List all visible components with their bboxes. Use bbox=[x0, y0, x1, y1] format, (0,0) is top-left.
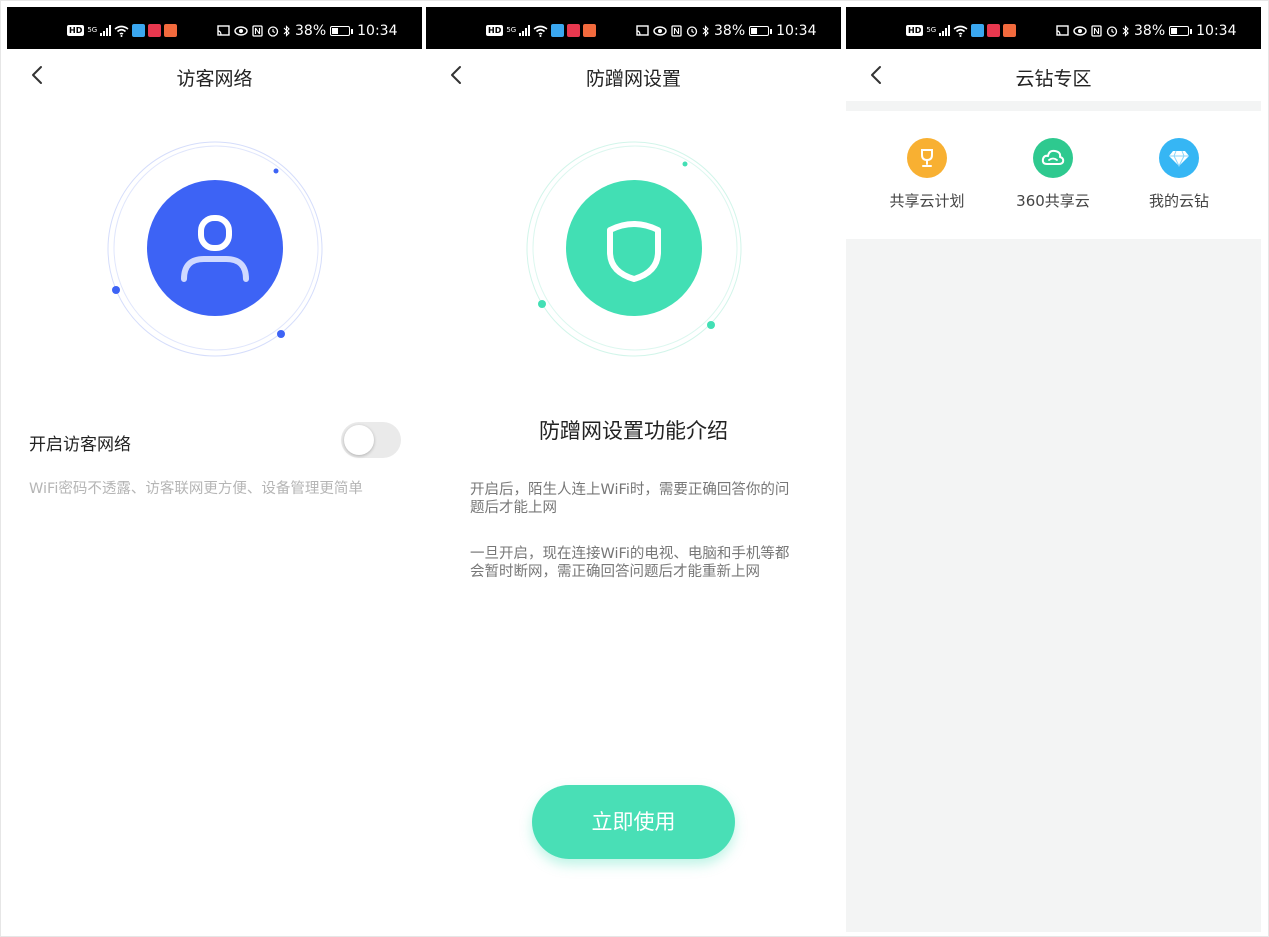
hd-badge: HD bbox=[906, 25, 924, 36]
nfc-icon bbox=[671, 25, 682, 37]
wifi-icon bbox=[533, 25, 548, 37]
cast-icon bbox=[636, 25, 649, 36]
orbit-dot bbox=[682, 161, 688, 167]
status-left: HD 5G bbox=[486, 24, 597, 37]
360-shared-cloud-item[interactable]: 360共享云 bbox=[993, 138, 1113, 211]
clock: 10:34 bbox=[776, 23, 817, 39]
alarm-icon bbox=[267, 26, 279, 37]
status-right: 38% 10:34 bbox=[217, 24, 397, 38]
app-notification-icon bbox=[164, 24, 178, 37]
nav-bar: 访客网络 bbox=[7, 49, 422, 101]
status-bar: HD 5G 38% 10:34 bbox=[426, 7, 841, 49]
app-notification-icon bbox=[567, 24, 581, 37]
orbit-dot bbox=[538, 300, 546, 308]
nav-bar: 云钻专区 bbox=[846, 49, 1261, 101]
app-notification-icon bbox=[987, 24, 1001, 37]
page-title: 云钻专区 bbox=[1015, 68, 1092, 90]
battery-icon bbox=[1169, 26, 1193, 36]
use-now-button[interactable]: 立即使用 bbox=[532, 785, 735, 859]
app-notification-icon bbox=[551, 24, 565, 37]
shared-cloud-plan-item[interactable]: 共享云计划 bbox=[867, 138, 987, 211]
nfc-icon bbox=[1091, 25, 1102, 37]
status-right: 38% 10:34 bbox=[636, 24, 816, 38]
battery-icon bbox=[330, 26, 354, 36]
signal-icon bbox=[100, 25, 112, 36]
nfc-icon bbox=[252, 25, 263, 37]
my-cloud-diamond-item[interactable]: 我的云钻 bbox=[1119, 138, 1239, 211]
wifi-icon bbox=[114, 25, 129, 37]
wifi-icon bbox=[953, 25, 968, 37]
item-label: 360共享云 bbox=[1016, 192, 1090, 210]
network-type: 5G bbox=[87, 26, 98, 34]
orbit-dot bbox=[277, 330, 285, 338]
battery-percent: 38% bbox=[1134, 23, 1166, 39]
guest-hero-graphic bbox=[107, 141, 323, 357]
item-label: 共享云计划 bbox=[889, 192, 965, 210]
cloud-icon bbox=[1033, 138, 1073, 178]
clock: 10:34 bbox=[1196, 23, 1237, 39]
bluetooth-icon bbox=[1122, 25, 1129, 37]
network-type: 5G bbox=[926, 26, 937, 34]
network-type: 5G bbox=[506, 26, 517, 34]
battery-percent: 38% bbox=[295, 23, 327, 39]
orbit-dot bbox=[112, 286, 120, 294]
battery-percent: 38% bbox=[714, 23, 746, 39]
app-notification-icon bbox=[583, 24, 597, 37]
guest-network-toggle[interactable] bbox=[341, 422, 401, 458]
status-right: 38% 10:34 bbox=[1056, 24, 1236, 38]
alarm-icon bbox=[1106, 26, 1118, 37]
toggle-knob bbox=[344, 425, 374, 455]
app-notification-icon bbox=[148, 24, 162, 37]
battery-icon bbox=[749, 26, 773, 36]
status-left: HD 5G bbox=[67, 24, 178, 37]
orbit-dot bbox=[273, 168, 279, 174]
anti-leech-screen: HD 5G 38% 10:34 防蹭网设置 防蹭网设置功能介绍 开启后，陌生人连… bbox=[426, 7, 841, 932]
page-title: 访客网络 bbox=[176, 68, 253, 90]
app-notification-icon bbox=[971, 24, 985, 37]
status-bar: HD 5G 38% 10:34 bbox=[846, 7, 1261, 49]
feature-paragraph-1: 开启后，陌生人连上WiFi时，需要正确回答你的问题后才能上网 bbox=[470, 482, 790, 516]
feature-paragraph-2: 一旦开启，现在连接WiFi的电视、电脑和手机等都会暂时断网，需正确回答问题后才能… bbox=[470, 546, 790, 580]
cloud-diamond-screen: HD 5G 38% 10:34 云钻专区 共享云计划 360共享云 我的云钻 bbox=[846, 7, 1261, 932]
toggle-label: 开启访客网络 bbox=[29, 435, 131, 455]
content-area bbox=[846, 239, 1261, 932]
nav-bar: 防蹭网设置 bbox=[426, 49, 841, 101]
page-title: 防蹭网设置 bbox=[585, 68, 681, 90]
status-bar: HD 5G 38% 10:34 bbox=[7, 7, 422, 49]
guest-network-setting: 开启访客网络 bbox=[29, 422, 401, 458]
alarm-icon bbox=[686, 26, 698, 37]
signal-icon bbox=[519, 25, 531, 36]
item-label: 我的云钻 bbox=[1148, 192, 1209, 210]
guest-description: WiFi密码不透露、访客联网更方便、设备管理更简单 bbox=[29, 481, 363, 497]
guest-network-screen: HD 5G 38% 10:34 访客网络 开启访客网络 WiFi密码不透露、访客… bbox=[7, 7, 422, 932]
trophy-icon bbox=[907, 138, 947, 178]
cloud-feature-grid: 共享云计划 360共享云 我的云钻 bbox=[846, 111, 1261, 239]
section-divider bbox=[846, 101, 1261, 111]
bluetooth-icon bbox=[702, 25, 709, 37]
hd-badge: HD bbox=[67, 25, 85, 36]
eye-icon bbox=[1073, 26, 1087, 36]
clock: 10:34 bbox=[357, 23, 398, 39]
signal-icon bbox=[939, 25, 951, 36]
app-notification-icon bbox=[1003, 24, 1017, 37]
orbit-dot bbox=[707, 321, 715, 329]
diamond-icon bbox=[1159, 138, 1199, 178]
bluetooth-icon bbox=[283, 25, 290, 37]
eye-icon bbox=[234, 26, 248, 36]
feature-heading: 防蹭网设置功能介绍 bbox=[539, 419, 728, 443]
cast-icon bbox=[217, 25, 230, 36]
eye-icon bbox=[653, 26, 667, 36]
shield-hero-graphic bbox=[526, 141, 742, 357]
cast-icon bbox=[1056, 25, 1069, 36]
app-notification-icon bbox=[132, 24, 146, 37]
status-left: HD 5G bbox=[906, 24, 1017, 37]
hd-badge: HD bbox=[486, 25, 504, 36]
